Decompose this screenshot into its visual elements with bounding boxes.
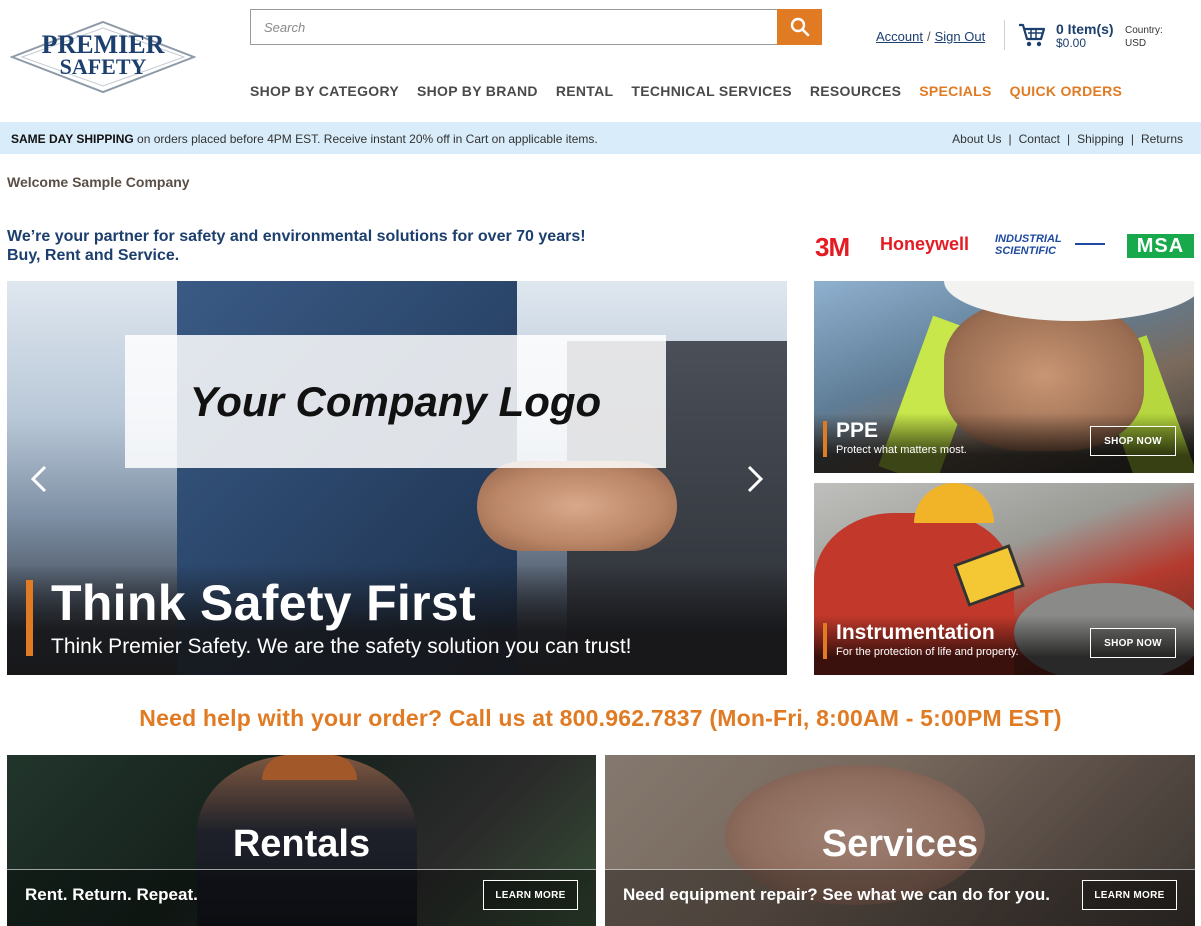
- ppe-title: PPE: [836, 419, 879, 442]
- brand-industrial-scientific-logo[interactable]: INDUSTRIAL SCIENTIFIC: [995, 233, 1107, 257]
- about-us-link[interactable]: About Us: [952, 132, 1001, 146]
- nav-rental[interactable]: RENTAL: [556, 83, 614, 99]
- instrumentation-subtitle: For the protection of life and property.: [836, 646, 1019, 658]
- rentals-text: Rent. Return. Repeat.: [25, 885, 198, 904]
- header-divider: [1004, 20, 1005, 50]
- promo-bold: SAME DAY SHIPPING: [11, 132, 134, 146]
- ppe-promo-card[interactable]: PPE Protect what matters most. SHOP NOW: [814, 281, 1194, 473]
- inst-image-helmet: [914, 483, 994, 523]
- main-nav: SHOP BY CATEGORY SHOP BY BRAND RENTAL TE…: [250, 83, 1140, 99]
- promo-text: on orders placed before 4PM EST. Receive…: [133, 132, 598, 146]
- logo-line2: SAFETY: [60, 54, 147, 79]
- account-link[interactable]: Account: [876, 29, 923, 44]
- ppe-shop-now-button[interactable]: SHOP NOW: [1090, 426, 1176, 456]
- account-separator: /: [926, 29, 931, 44]
- help-phone-line: Need help with your order? Call us at 80…: [139, 705, 1062, 731]
- country-selector[interactable]: Country: USD: [1125, 24, 1163, 50]
- hero-carousel[interactable]: Your Company Logo Think Safety First Thi…: [7, 281, 787, 675]
- utility-links: About Us | Contact | Shipping | Returns: [952, 132, 1183, 146]
- hero-accent-bar: [26, 580, 33, 656]
- promo-message: SAME DAY SHIPPING on orders placed befor…: [11, 132, 598, 146]
- country-label: Country:: [1125, 25, 1163, 36]
- hero-subtitle: Think Premier Safety. We are the safety …: [51, 635, 632, 658]
- nav-shop-by-category[interactable]: SHOP BY CATEGORY: [250, 83, 399, 99]
- brand-msa-logo[interactable]: MSA: [1127, 234, 1194, 258]
- carousel-next-button[interactable]: [740, 461, 770, 497]
- rentals-title: Rentals: [232, 823, 371, 865]
- carousel-prev-button[interactable]: [24, 461, 54, 497]
- brand-logos: 3M Honeywell INDUSTRIAL SCIENTIFIC MSA: [815, 232, 1195, 263]
- inst-accent-bar: [823, 623, 827, 659]
- services-text: Need equipment repair? See what we can d…: [623, 885, 1050, 904]
- ppe-accent-bar: [823, 421, 827, 457]
- tagline-line2: Buy, Rent and Service.: [7, 247, 180, 264]
- nav-specials[interactable]: SPECIALS: [919, 83, 991, 99]
- nav-technical-services[interactable]: TECHNICAL SERVICES: [631, 83, 791, 99]
- nav-shop-by-brand[interactable]: SHOP BY BRAND: [417, 83, 538, 99]
- cart-total: $0.00: [1056, 36, 1087, 50]
- cart-icon: [1019, 23, 1046, 47]
- instrumentation-shop-now-button[interactable]: SHOP NOW: [1090, 628, 1176, 658]
- util-separator: |: [1130, 132, 1134, 146]
- rentals-learn-more-button[interactable]: LEARN MORE: [483, 880, 578, 910]
- brand-3m-logo[interactable]: 3M: [815, 232, 850, 263]
- brand-is-rule: [1075, 243, 1105, 245]
- search-button[interactable]: [777, 9, 822, 45]
- hero-title: Think Safety First: [51, 575, 476, 631]
- contact-link[interactable]: Contact: [1019, 132, 1060, 146]
- util-separator: |: [1008, 132, 1012, 146]
- hero-image-handshake: [477, 461, 677, 551]
- promo-bar: SAME DAY SHIPPING on orders placed befor…: [0, 122, 1201, 154]
- sign-out-link[interactable]: Sign Out: [935, 29, 986, 44]
- chevron-right-icon: [747, 465, 764, 493]
- cart-summary: 0 Item(s) $0.00: [1056, 22, 1114, 50]
- search-icon: [790, 17, 809, 37]
- cart-widget[interactable]: 0 Item(s) $0.00: [1018, 22, 1114, 50]
- tagline-line1: We’re your partner for safety and enviro…: [7, 228, 586, 245]
- services-card[interactable]: Services Need equipment repair? See what…: [605, 755, 1195, 926]
- company-logo-placeholder: Your Company Logo: [125, 335, 666, 468]
- search-box: [250, 9, 822, 45]
- services-learn-more-button[interactable]: LEARN MORE: [1082, 880, 1177, 910]
- nav-resources[interactable]: RESOURCES: [810, 83, 901, 99]
- util-separator: |: [1067, 132, 1071, 146]
- services-title: Services: [821, 823, 979, 865]
- brand-is-line2: SCIENTIFIC: [995, 245, 1057, 257]
- brand-honeywell-logo[interactable]: Honeywell: [880, 234, 969, 255]
- instrumentation-title: Instrumentation: [836, 621, 995, 644]
- tagline: We’re your partner for safety and enviro…: [7, 227, 586, 265]
- nav-quick-orders[interactable]: QUICK ORDERS: [1010, 83, 1123, 99]
- search-input[interactable]: [251, 10, 778, 44]
- chevron-left-icon: [30, 465, 47, 493]
- rentals-card[interactable]: Rentals Rent. Return. Repeat. LEARN MORE: [7, 755, 596, 926]
- cart-count: 0 Item(s): [1056, 21, 1114, 37]
- premier-safety-logo[interactable]: PREMIER SAFETY: [9, 20, 197, 94]
- country-value: USD: [1125, 38, 1147, 49]
- company-logo-text: Your Company Logo: [189, 377, 602, 425]
- account-links: Account / Sign Out: [876, 29, 985, 44]
- shipping-link[interactable]: Shipping: [1077, 132, 1124, 146]
- ppe-subtitle: Protect what matters most.: [836, 444, 967, 456]
- welcome-message: Welcome Sample Company: [7, 174, 190, 190]
- returns-link[interactable]: Returns: [1141, 132, 1183, 146]
- instrumentation-promo-card[interactable]: Instrumentation For the protection of li…: [814, 483, 1194, 675]
